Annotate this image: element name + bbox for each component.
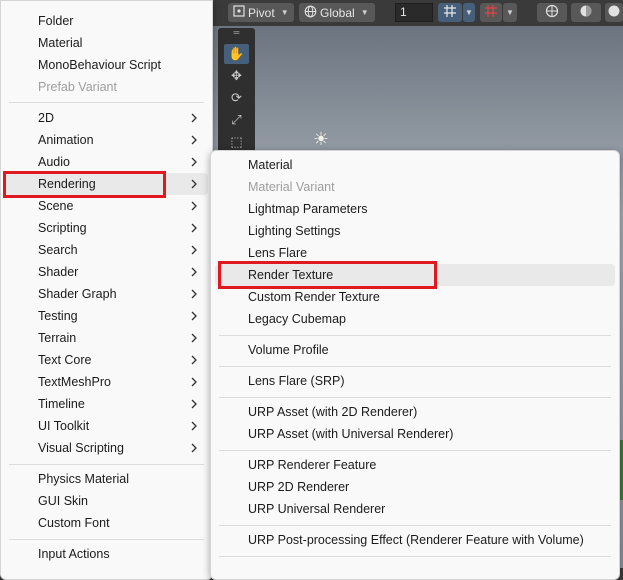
submenu-item-urp-universal-renderer[interactable]: URP Universal Renderer: [215, 498, 615, 520]
menu-item-shader[interactable]: Shader: [5, 261, 208, 283]
rotate-tool-icon[interactable]: ⟳: [224, 88, 249, 108]
menu-item-monobehaviour-script[interactable]: MonoBehaviour Script: [5, 54, 208, 76]
menu-separator: [219, 397, 611, 398]
submenu-item-lens-flare-srp[interactable]: Lens Flare (SRP): [215, 370, 615, 392]
submenu-item-material[interactable]: Material: [215, 154, 615, 176]
submenu-item-lighting-settings[interactable]: Lighting Settings: [215, 220, 615, 242]
menu-item-text-core[interactable]: Text Core: [5, 349, 208, 371]
submenu-item-volume-profile[interactable]: Volume Profile: [215, 339, 615, 361]
grid-options-dropdown[interactable]: ▼: [503, 3, 517, 22]
submenu-item-custom-render-texture[interactable]: Custom Render Texture: [215, 286, 615, 308]
menu-item-scene[interactable]: Scene: [5, 195, 208, 217]
snap-increment-input[interactable]: 1: [395, 3, 433, 22]
menu-item-terrain[interactable]: Terrain: [5, 327, 208, 349]
chevron-right-icon: [188, 330, 200, 346]
chevron-down-icon: ▼: [360, 8, 369, 17]
menu-item-gui-skin[interactable]: GUI Skin: [5, 490, 208, 512]
move-tool-icon[interactable]: ✥: [224, 66, 249, 86]
chevron-right-icon: [188, 220, 200, 236]
chevron-right-icon: [188, 264, 200, 280]
highlight-box-rendering: [3, 171, 166, 198]
menu-item-physics-material[interactable]: Physics Material: [5, 468, 208, 490]
grid-snap-toggle[interactable]: [438, 3, 462, 22]
menu-separator: [219, 450, 611, 451]
menu-item-search[interactable]: Search: [5, 239, 208, 261]
hand-tool-icon[interactable]: ✋: [224, 44, 249, 64]
menu-separator: [219, 525, 611, 526]
rect-tool-icon[interactable]: ⬚: [224, 132, 249, 152]
lighting-button[interactable]: [605, 3, 623, 22]
highlight-box-render-texture: [218, 261, 437, 289]
chevron-right-icon: [188, 352, 200, 368]
submenu-item-legacy-cubemap[interactable]: Legacy Cubemap: [215, 308, 615, 330]
menu-item-visual-scripting[interactable]: Visual Scripting: [5, 437, 208, 459]
chevron-right-icon: [188, 374, 200, 390]
chevron-right-icon: [188, 418, 200, 434]
circle-icon: [607, 4, 621, 21]
grid-snap-dropdown[interactable]: ▼: [463, 3, 475, 22]
menu-item-timeline[interactable]: Timeline: [5, 393, 208, 415]
pivot-icon: [233, 5, 245, 20]
menu-item-2d[interactable]: 2D: [5, 107, 208, 129]
chevron-right-icon: [188, 308, 200, 324]
menu-item-input-actions[interactable]: Input Actions: [5, 543, 208, 565]
submenu-item-lightmap-parameters[interactable]: Lightmap Parameters: [215, 198, 615, 220]
draw-mode-button[interactable]: [537, 3, 567, 22]
menu-item-ui-toolkit[interactable]: UI Toolkit: [5, 415, 208, 437]
chevron-right-icon: [188, 176, 200, 192]
chevron-right-icon: [188, 286, 200, 302]
sphere-icon: [545, 4, 559, 21]
menu-item-textmeshpro[interactable]: TextMeshPro: [5, 371, 208, 393]
global-label: Global: [320, 5, 355, 20]
chevron-right-icon: [188, 396, 200, 412]
pivot-dropdown[interactable]: Pivot ▼: [228, 3, 294, 22]
grid-snap-icon: [443, 4, 457, 21]
menu-item-material[interactable]: Material: [5, 32, 208, 54]
submenu-item-urp-renderer-feature[interactable]: URP Renderer Feature: [215, 454, 615, 476]
drag-handle-icon[interactable]: ═: [224, 28, 249, 37]
menu-separator: [219, 366, 611, 367]
menu-separator: [219, 335, 611, 336]
chevron-right-icon: [188, 198, 200, 214]
submenu-item-urp-asset-universal[interactable]: URP Asset (with Universal Renderer): [215, 423, 615, 445]
pivot-label: Pivot: [248, 5, 275, 20]
menu-separator: [9, 102, 204, 103]
menu-item-folder[interactable]: Folder: [5, 10, 208, 32]
menu-item-animation[interactable]: Animation: [5, 129, 208, 151]
chevron-down-icon: ▼: [280, 8, 289, 17]
chevron-right-icon: [188, 110, 200, 126]
chevron-right-icon: [188, 132, 200, 148]
menu-item-scripting[interactable]: Scripting: [5, 217, 208, 239]
global-dropdown[interactable]: Global ▼: [299, 3, 375, 22]
scale-tool-icon[interactable]: ⤢: [224, 110, 249, 130]
submenu-item-material-variant: Material Variant: [248, 180, 335, 194]
chevron-right-icon: [188, 440, 200, 456]
submenu-item-urp-2d-renderer[interactable]: URP 2D Renderer: [215, 476, 615, 498]
shaded-sphere-icon: [579, 4, 593, 21]
submenu-item-urp-post-processing-effect[interactable]: URP Post-processing Effect (Renderer Fea…: [215, 529, 615, 551]
grid-visibility-toggle[interactable]: [480, 3, 502, 22]
menu-item-custom-font[interactable]: Custom Font: [5, 512, 208, 534]
globe-icon: [304, 5, 317, 21]
submenu-item-urp-asset-2d[interactable]: URP Asset (with 2D Renderer): [215, 401, 615, 423]
chevron-right-icon: [188, 154, 200, 170]
chevron-down-icon: ▼: [506, 8, 514, 17]
menu-separator: [9, 539, 204, 540]
shading-button[interactable]: [571, 3, 601, 22]
menu-item-shader-graph[interactable]: Shader Graph: [5, 283, 208, 305]
grid-icon: [484, 4, 498, 21]
menu-item-prefab-variant: Prefab Variant: [38, 80, 117, 94]
menu-item-testing[interactable]: Testing: [5, 305, 208, 327]
directional-light-icon: ☀: [312, 129, 330, 149]
menu-item-audio[interactable]: Audio: [5, 151, 208, 173]
scene-tool-palette: ═ ✋ ✥ ⟳ ⤢ ⬚: [218, 28, 255, 156]
create-asset-menu: Folder Material MonoBehaviour Script Pre…: [0, 0, 213, 580]
menu-separator: [9, 464, 204, 465]
menu-separator: [219, 556, 611, 557]
chevron-down-icon: ▼: [465, 8, 473, 17]
chevron-right-icon: [188, 242, 200, 258]
rendering-submenu: Material Material Variant Lightmap Param…: [210, 150, 620, 580]
